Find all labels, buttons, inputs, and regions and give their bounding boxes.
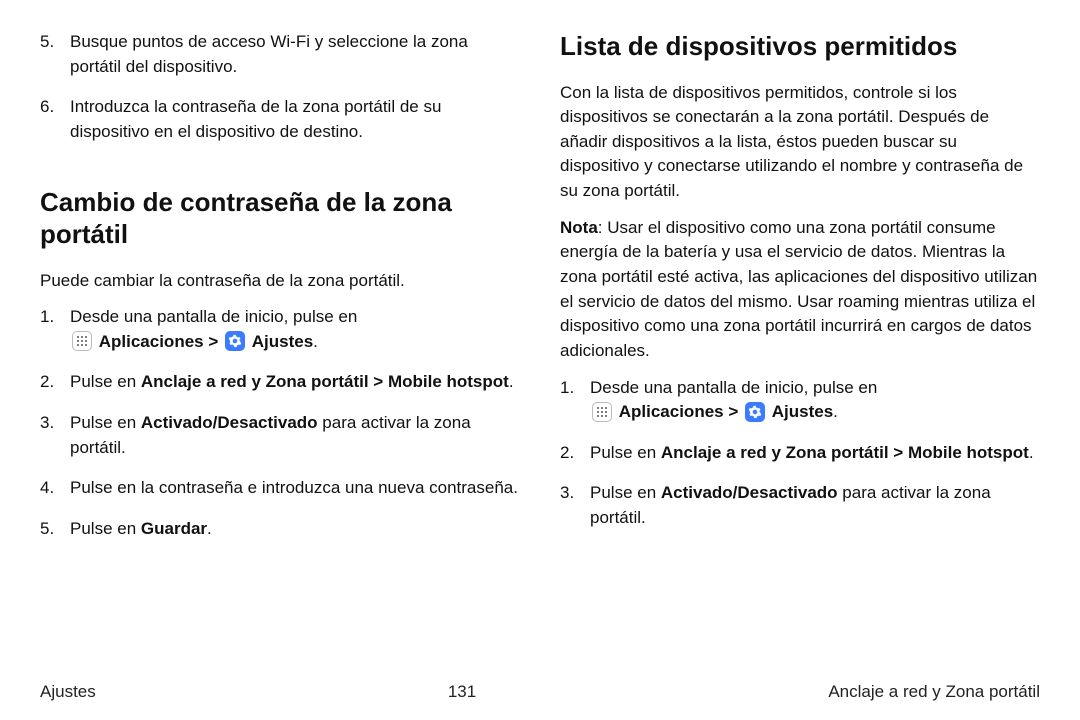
heading-allowed-devices: Lista de dispositivos permitidos [560,30,1040,63]
text: Pulse en [70,413,141,432]
text: Desde una pantalla de inicio, pulse en [590,378,877,397]
bold: Anclaje a red y Zona portátil [661,443,889,462]
bold: Mobile hotspot [908,443,1029,462]
text: Pulse en [70,372,141,391]
bold: Activado/Desactivado [661,483,838,502]
continued-steps: Busque puntos de acceso Wi-Fi y seleccio… [40,30,520,161]
apps-icon [592,402,612,422]
text: Pulse en [590,443,661,462]
chevron: > [728,402,743,421]
intro-change-password: Puede cambiar la contraseña de la zona p… [40,269,520,294]
allowed-devices-note: Nota: Usar el dispositivo como una zona … [560,216,1040,364]
bold: Anclaje a red y Zona portátil [141,372,369,391]
settings-label: Ajustes [772,402,833,421]
change-password-steps: Desde una pantalla de inicio, pulse en A… [40,305,520,557]
apps-label: Aplicaciones [99,332,204,351]
footer-right: Anclaje a red y Zona portátil [828,682,1040,702]
settings-icon [225,331,245,351]
bold: Mobile hotspot [388,372,509,391]
page-footer: Ajustes 131 Anclaje a red y Zona portáti… [40,682,1040,702]
heading-change-password: Cambio de contraseña de la zona portátil [40,186,520,251]
allowed-devices-steps: Desde una pantalla de inicio, pulse en A… [560,376,1040,547]
step-5: Busque puntos de acceso Wi-Fi y seleccio… [40,30,520,79]
bold: Activado/Desactivado [141,413,318,432]
settings-icon [745,402,765,422]
settings-label: Ajustes [252,332,313,351]
text: Pulse en [590,483,661,502]
cp-step-5: Pulse en Guardar. [40,517,520,542]
note-label: Nota [560,218,598,237]
text: Pulse en [70,519,141,538]
footer-left: Ajustes [40,682,96,702]
cp-step-3: Pulse en Activado/Desactivado para activ… [40,411,520,460]
ad-step-2: Pulse en Anclaje a red y Zona portátil >… [560,441,1040,466]
cp-step-2: Pulse en Anclaje a red y Zona portátil >… [40,370,520,395]
cp-step-1: Desde una pantalla de inicio, pulse en A… [40,305,520,354]
bold: Guardar [141,519,207,538]
ad-step-1: Desde una pantalla de inicio, pulse en A… [560,376,1040,425]
step-6: Introduzca la contraseña de la zona port… [40,95,520,144]
note-body: : Usar el dispositivo como una zona port… [560,218,1037,360]
ad-step-3: Pulse en Activado/Desactivado para activ… [560,481,1040,530]
apps-label: Aplicaciones [619,402,724,421]
chevron: > [208,332,223,351]
cp-step-4: Pulse en la contraseña e introduzca una … [40,476,520,501]
apps-icon [72,331,92,351]
allowed-devices-para1: Con la lista de dispositivos permitidos,… [560,81,1040,204]
footer-page-number: 131 [448,682,476,702]
text: Desde una pantalla de inicio, pulse en [70,307,357,326]
